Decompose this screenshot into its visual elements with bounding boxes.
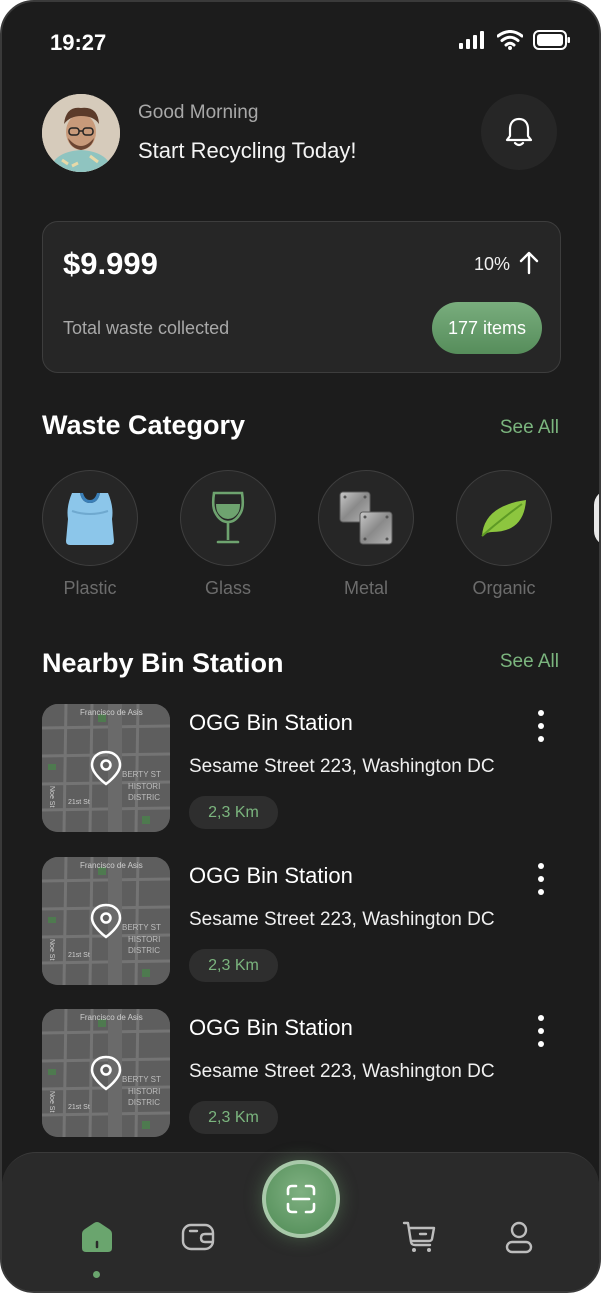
headline-text: Start Recycling Today! [138,138,357,163]
tab-cart[interactable] [400,1217,440,1257]
category-item-more[interactable] [594,490,599,546]
bin-station-item[interactable]: Francisco de Asis Noe St 21st St BERTY S… [42,857,563,985]
tab-profile[interactable] [499,1217,539,1257]
phone-screen: 19:27 Good Morning Start Recycling Today… [0,0,601,1293]
waste-summary-card: $9.999 10% Total waste collected 177 ite… [42,221,561,373]
map-label: HISTORI [128,935,160,944]
more-options-icon[interactable] [531,861,551,897]
category-item-plastic[interactable]: Plastic [42,470,138,599]
map-label: BERTY ST [122,770,161,779]
metal-plates-icon [339,491,393,545]
wine-glass-icon [211,491,245,544]
map-label: Francisco de Asis [80,708,143,717]
status-time: 19:27 [50,30,107,55]
arrow-up-icon [519,251,539,275]
category-item-metal[interactable]: Metal [318,470,414,599]
summary-label: Total waste collected [63,318,230,338]
station-distance-badge: 2,3 Km [189,796,278,829]
map-label: 21st St [68,952,90,959]
category-icon-circle [180,470,276,566]
category-label: Organic [472,578,536,598]
map-label: Noe St [48,1091,55,1112]
map-label: Noe St [48,786,55,807]
station-address: Sesame Street 223, Washington DC [189,756,495,777]
station-name: OGG Bin Station [189,710,353,735]
map-label: Noe St [48,939,55,960]
category-icon-circle [42,470,138,566]
map-label: BERTY ST [122,1075,161,1084]
map-label: 21st St [68,799,90,806]
total-amount: $9.999 [63,246,158,281]
station-name: OGG Bin Station [189,1015,353,1040]
bin-station-item[interactable]: Francisco de Asis Noe St 21st St BERTY S… [42,1009,563,1137]
map-label: HISTORI [128,1087,160,1096]
station-map-thumbnail: Francisco de Asis Noe St 21st St BERTY S… [42,857,170,985]
bell-icon [505,117,533,147]
category-label: Glass [204,578,251,598]
tab-wallet[interactable] [178,1217,218,1257]
waste-category-see-all-link[interactable]: See All [500,417,559,439]
status-icons [459,30,571,50]
map-label: Francisco de Asis [80,1013,143,1022]
scan-icon [286,1184,316,1214]
station-distance-badge: 2,3 Km [189,1101,278,1134]
category-label: Metal [343,578,388,598]
map-label: DISTRIC [128,946,160,955]
tab-home[interactable] [77,1217,117,1257]
user-photo [42,94,120,172]
bin-station-item[interactable]: Francisco de Asis Noe St 21st St BERTY S… [42,704,563,832]
profile-icon [505,1221,533,1254]
cart-icon [402,1221,436,1252]
plastic-bag-icon [66,493,114,545]
map-label: DISTRIC [128,1098,160,1107]
category-icon-circle [318,470,414,566]
station-distance-badge: 2,3 Km [189,949,278,982]
waste-category-list: Plastic Glass Metal Organic [42,470,599,610]
station-address: Sesame Street 223, Washington DC [189,1061,495,1082]
map-label: Francisco de Asis [80,861,143,870]
status-bar: 19:27 [2,2,599,82]
active-tab-indicator [93,1271,100,1278]
station-name: OGG Bin Station [189,863,353,888]
scan-button[interactable] [262,1160,340,1238]
category-item-organic[interactable]: Organic [456,470,552,599]
category-label: Plastic [63,578,117,598]
greeting-text: Good Morning [138,102,259,123]
nearby-see-all-link[interactable]: See All [500,651,559,673]
more-options-icon[interactable] [531,708,551,744]
waste-category-title: Waste Category [42,410,246,440]
map-label: BERTY ST [122,923,161,932]
leaf-icon [481,500,526,537]
category-item-glass[interactable]: Glass [180,470,276,599]
battery-icon [533,30,570,50]
wallet-icon [181,1223,215,1251]
signal-icon [459,31,484,49]
home-icon [82,1222,112,1252]
nearby-bin-title: Nearby Bin Station [42,648,284,678]
station-address: Sesame Street 223, Washington DC [189,909,495,930]
map-label: HISTORI [128,782,160,791]
map-image: Francisco de Asis Noe St 21st St BERTY S… [42,704,170,832]
map-label: 21st St [68,1104,90,1111]
map-image: Francisco de Asis Noe St 21st St BERTY S… [42,1009,170,1137]
items-count-badge[interactable]: 177 items [432,302,542,354]
notifications-button[interactable] [481,94,557,170]
avatar[interactable] [42,94,120,172]
map-label: DISTRIC [128,793,160,802]
map-image: Francisco de Asis Noe St 21st St BERTY S… [42,857,170,985]
station-map-thumbnail: Francisco de Asis Noe St 21st St BERTY S… [42,1009,170,1137]
station-map-thumbnail: Francisco de Asis Noe St 21st St BERTY S… [42,704,170,832]
change-percent: 10% [473,254,510,274]
wifi-icon [497,30,523,50]
category-icon-circle [456,470,552,566]
more-options-icon[interactable] [531,1013,551,1049]
